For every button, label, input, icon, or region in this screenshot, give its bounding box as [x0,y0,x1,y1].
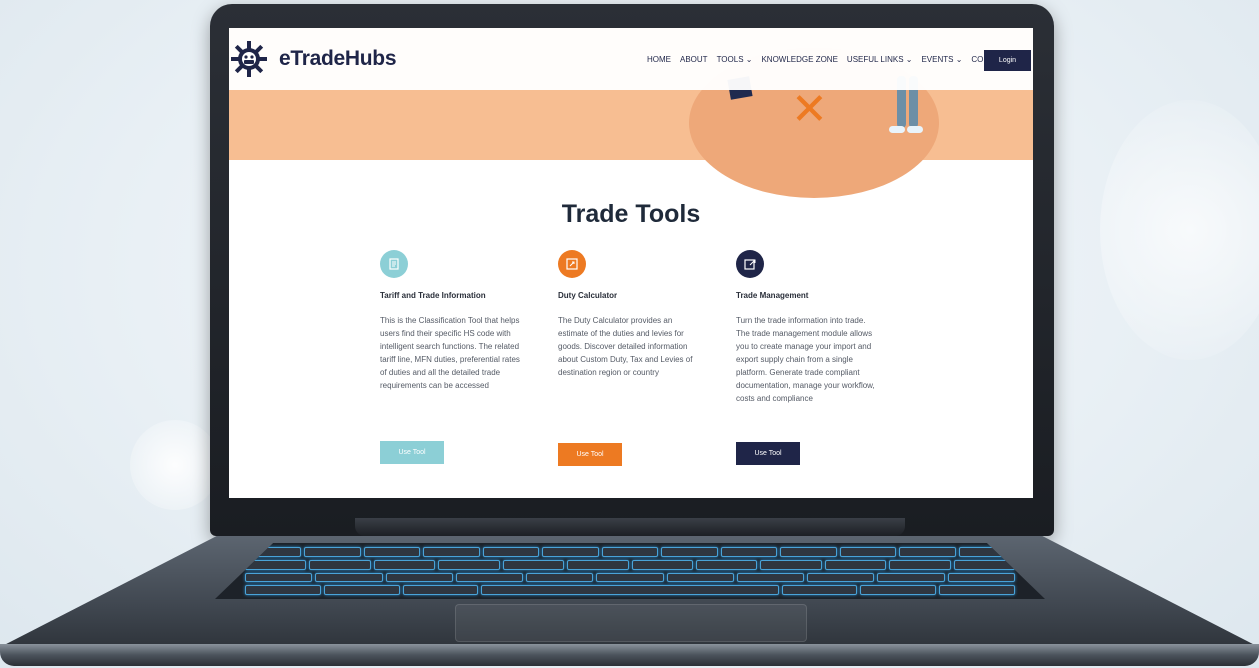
tool-card-duty-calculator: Duty Calculator The Duty Calculator prov… [558,250,698,379]
duty-calculator-use-tool-button[interactable]: Use Tool [558,443,622,466]
laptop-trackpad [455,604,807,642]
card-description: The Duty Calculator provides an estimate… [558,316,693,377]
card-heading: Tariff and Trade Information [380,291,486,300]
export-icon [736,250,764,278]
card-description: This is the Classification Tool that hel… [380,316,520,390]
nav-home[interactable]: HOME [647,55,671,64]
document-icon [380,250,408,278]
main-menu: HOME ABOUT TOOLS ⌄ KNOWLEDGE ZONE USEFUL… [647,28,1018,90]
nav-useful-links[interactable]: USEFUL LINKS ⌄ [847,55,913,64]
page-title: Trade Tools [561,200,701,228]
top-navbar: eTradeHubs HOME ABOUT TOOLS ⌄ KNOWLEDGE … [229,28,1033,90]
tool-card-trade-management: Trade Management Turn the trade informat… [736,250,876,405]
card-description: Turn the trade information into trade. T… [736,316,875,403]
laptop-keyboard [215,543,1045,599]
background-glow [130,420,220,510]
laptop-screen: ✕ eTradeHubs HOME ABOUT TOOLS ⌄ KNOWLEDG… [229,28,1033,498]
brand-logo[interactable]: eTradeHubs [229,39,397,79]
laptop-base-edge [0,644,1259,666]
trade-management-use-tool-button[interactable]: Use Tool [736,442,800,465]
nav-tools[interactable]: TOOLS ⌄ [717,55,753,64]
nav-knowledge-zone[interactable]: KNOWLEDGE ZONE [761,55,837,64]
brand-name: eTradeHubs [279,47,397,70]
login-button[interactable]: Login [984,50,1031,71]
background-glow [1100,100,1259,360]
gear-logo-icon [231,41,267,77]
hero-illustration-multiply-icon: ✕ [791,84,828,135]
tool-card-tariff: Tariff and Trade Information This is the… [380,250,520,392]
card-heading: Duty Calculator [558,291,618,300]
calculator-icon [558,250,586,278]
nav-events[interactable]: EVENTS ⌄ [921,55,962,64]
nav-about[interactable]: ABOUT [680,55,708,64]
tariff-use-tool-button[interactable]: Use Tool [380,441,444,464]
laptop-hinge [355,518,905,536]
card-heading: Trade Management [736,291,809,300]
